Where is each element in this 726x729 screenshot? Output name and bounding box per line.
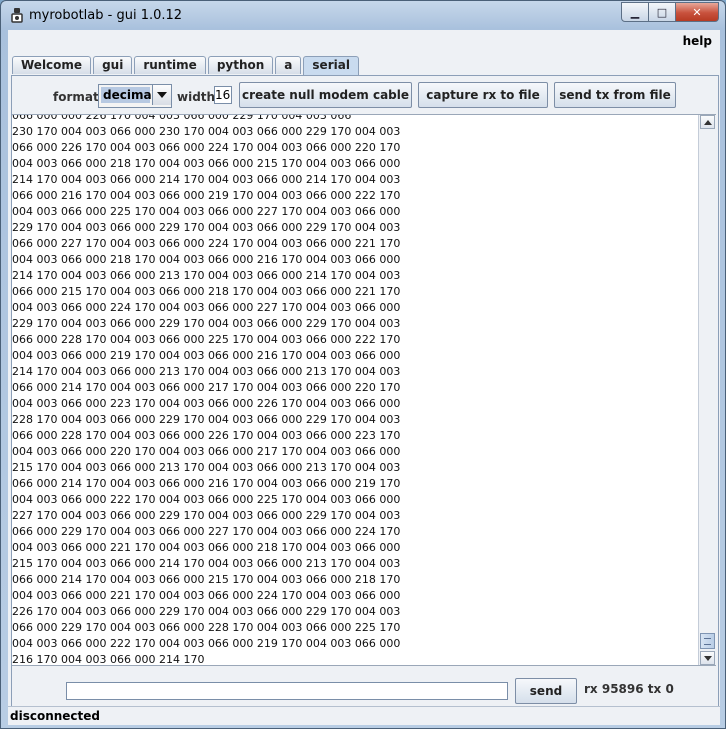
serial-controls: format decimal width 16 create null mode… [12,76,718,114]
connection-status: disconnected [10,709,101,723]
rx-line: 066 000 228 170 004 003 066 000 225 170 … [12,333,401,346]
rx-line: 230 170 004 003 066 000 230 170 004 003 … [12,125,401,138]
rx-line: 229 170 004 003 066 000 229 170 004 003 … [12,317,401,330]
rx-line: 214 170 004 003 066 000 213 170 004 003 … [12,365,401,378]
scrollbar-thumb[interactable] [700,633,715,649]
close-button[interactable]: ✕ [676,2,719,22]
rx-count: 95896 [601,682,644,696]
rx-line: 066 000 215 170 004 003 066 000 218 170 … [12,285,401,298]
tx-count: 0 [665,682,674,696]
rx-tx-counters: rx 95896 tx 0 [584,682,674,696]
menu-bar: help [8,30,720,52]
format-select-value: decimal [101,87,156,103]
rx-line: 226 170 004 003 066 000 229 170 004 003 … [12,605,401,618]
tab-bar: Welcome gui runtime python a serial [12,56,361,75]
send-input[interactable] [66,682,508,700]
rx-line: 215 170 004 003 066 000 213 170 004 003 … [12,461,401,474]
capture-rx-button[interactable]: capture rx to file [418,82,548,108]
chevron-down-icon[interactable] [152,85,171,105]
tab-runtime[interactable]: runtime [134,56,206,74]
rx-line: 004 003 066 000 222 170 004 003 066 000 … [12,493,401,506]
rx-line: 066 000 229 170 004 003 066 000 228 170 … [12,621,401,634]
rx-line: 214 170 004 003 066 000 214 170 004 003 … [12,173,401,186]
client-area: help Welcome gui runtime python a serial… [8,30,720,725]
send-tx-button[interactable]: send tx from file [554,82,676,108]
rx-line: 066 000 214 170 004 003 066 000 215 170 … [12,573,401,586]
rx-line: 066 000 000 226 170 004 003 066 000 229 … [12,114,352,122]
rx-line: 004 003 066 000 219 170 004 003 066 000 … [12,349,401,362]
rx-label: rx [584,682,598,696]
tab-serial[interactable]: serial [303,56,359,75]
rx-line: 066 000 228 170 004 003 066 000 226 170 … [12,429,401,442]
rx-line: 004 003 066 000 221 170 004 003 066 000 … [12,589,401,602]
window-title: myrobotlab - gui 1.0.12 [29,8,183,23]
rx-line: 066 000 216 170 004 003 066 000 219 170 … [12,189,401,202]
window-controls: ▁ □ ✕ [621,2,719,22]
tab-welcome[interactable]: Welcome [12,56,92,74]
send-button[interactable]: send [515,678,577,704]
format-label: format [53,90,99,104]
rx-text-area[interactable]: 066 000 000 226 170 004 003 066 000 229 … [12,114,716,666]
tab-python[interactable]: python [207,56,274,74]
create-null-modem-button[interactable]: create null modem cable [239,82,412,108]
status-bar: disconnected [8,706,720,725]
title-bar[interactable]: myrobotlab - gui 1.0.12 ▁ □ ✕ [1,1,725,29]
rx-line: 227 170 004 003 066 000 229 170 004 003 … [12,509,401,522]
rx-lines: 066 000 000 226 170 004 003 066 000 229 … [12,114,698,666]
rx-line: 004 003 066 000 223 170 004 003 066 000 … [12,397,401,410]
scroll-up-icon[interactable] [700,115,715,129]
rx-line: 004 003 066 000 222 170 004 003 066 000 … [12,637,401,650]
rx-line: 004 003 066 000 220 170 004 003 066 000 … [12,445,401,458]
serial-panel: format decimal width 16 create null mode… [11,75,719,723]
rx-line: 216 170 004 003 066 000 214 170 [12,653,205,666]
rx-line: 004 003 066 000 218 170 004 003 066 000 … [12,253,401,266]
rx-line: 004 003 066 000 224 170 004 003 066 000 … [12,301,401,314]
width-label: width [177,90,216,104]
rx-line: 066 000 229 170 004 003 066 000 227 170 … [12,525,401,538]
width-field[interactable]: 16 [214,86,232,104]
rx-line: 004 003 066 000 221 170 004 003 066 000 … [12,541,401,554]
minimize-button[interactable]: ▁ [621,2,649,22]
rx-line: 229 170 004 003 066 000 229 170 004 003 … [12,221,401,234]
rx-line: 066 000 226 170 004 003 066 000 224 170 … [12,141,401,154]
tab-a[interactable]: a [275,56,302,74]
rx-line: 004 003 066 000 218 170 004 003 066 000 … [12,157,401,170]
rx-line: 066 000 214 170 004 003 066 000 217 170 … [12,381,401,394]
rx-line: 214 170 004 003 066 000 213 170 004 003 … [12,269,401,282]
rx-line: 228 170 004 003 066 000 229 170 004 003 … [12,413,401,426]
maximize-button[interactable]: □ [649,2,676,22]
scroll-down-icon[interactable] [700,651,715,665]
format-select[interactable]: decimal [98,84,172,108]
app-window: myrobotlab - gui 1.0.12 ▁ □ ✕ help Welco… [0,0,726,729]
menu-help[interactable]: help [683,34,712,48]
robot-app-icon [11,8,23,23]
rx-line: 215 170 004 003 066 000 214 170 004 003 … [12,557,401,570]
rx-line: 004 003 066 000 225 170 004 003 066 000 … [12,205,401,218]
tab-gui[interactable]: gui [93,56,133,74]
rx-line: 066 000 227 170 004 003 066 000 224 170 … [12,237,401,250]
rx-line: 066 000 214 170 004 003 066 000 216 170 … [12,477,401,490]
tx-label: tx [647,682,662,696]
vertical-scrollbar[interactable] [698,115,716,665]
